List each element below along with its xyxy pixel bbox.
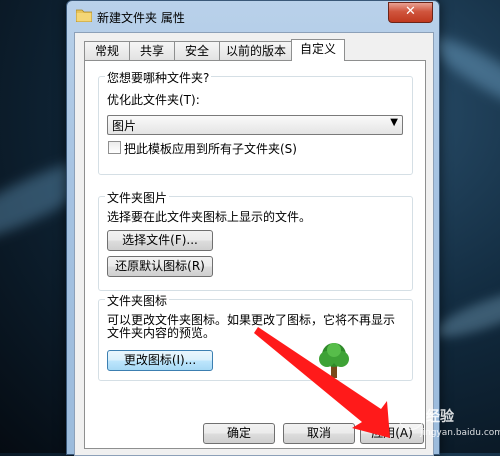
- title-bar[interactable]: 新建文件夹 属性 ✕: [67, 1, 439, 31]
- ok-button[interactable]: 确定: [203, 423, 275, 444]
- folder-icon-description-line2: 文件夹内容的预览。: [107, 326, 216, 340]
- change-icon-button[interactable]: 更改图标(I)...: [107, 350, 213, 371]
- tab-general[interactable]: 常规: [84, 41, 130, 60]
- group-folder-type: 您想要哪种文件夹? 优化此文件夹(T): 图片 ▼ 把此模板应用到所有子文件夹(…: [98, 69, 413, 175]
- paw-icon: ●: [398, 404, 424, 430]
- close-button[interactable]: ✕: [388, 2, 433, 23]
- folder-icon: [76, 9, 92, 22]
- watermark-text: 经验: [426, 409, 454, 425]
- tab-customize[interactable]: 自定义: [291, 39, 345, 61]
- tab-sharing[interactable]: 共享: [129, 41, 175, 60]
- tree-icon: [319, 343, 349, 378]
- window-title: 新建文件夹 属性: [97, 11, 185, 25]
- tab-page-customize: 您想要哪种文件夹? 优化此文件夹(T): 图片 ▼ 把此模板应用到所有子文件夹(…: [84, 60, 426, 449]
- apply-template-label[interactable]: 把此模板应用到所有子文件夹(S): [124, 140, 297, 157]
- tab-security[interactable]: 安全: [174, 41, 220, 60]
- group-folder-picture: 文件夹图片 选择要在此文件夹图标上显示的文件。 选择文件(F)... 还原默认图…: [98, 189, 413, 291]
- folder-picture-description: 选择要在此文件夹图标上显示的文件。: [107, 210, 312, 224]
- cancel-button[interactable]: 取消: [283, 423, 355, 444]
- optimize-label: 优化此文件夹(T):: [107, 93, 200, 107]
- group-folder-picture-title: 文件夹图片: [105, 189, 170, 206]
- watermark: ● 经验 jingyan.baidu.com: [398, 402, 500, 448]
- optimize-select[interactable]: 图片 ▼: [107, 115, 403, 135]
- group-folder-icon-title: 文件夹图标: [105, 292, 170, 309]
- optimize-select-value: 图片: [112, 119, 137, 133]
- dialog-client-area: 常规 共享 安全 以前的版本 自定义 您想要哪种文件夹? 优化此文件夹(T): …: [74, 32, 434, 456]
- chevron-down-icon: ▼: [390, 117, 398, 128]
- choose-file-button[interactable]: 选择文件(F)...: [107, 230, 213, 251]
- watermark-url: jingyan.baidu.com: [420, 428, 500, 438]
- group-folder-icon: 文件夹图标 可以更改文件夹图标。如果更改了图标，它将不再显示 文件夹内容的预览。…: [98, 292, 413, 381]
- properties-dialog: 新建文件夹 属性 ✕ 常规 共享 安全 以前的版本 自定义 您想要哪种文件夹? …: [66, 0, 440, 456]
- restore-default-button[interactable]: 还原默认图标(R): [107, 256, 213, 277]
- apply-template-checkbox[interactable]: [108, 141, 121, 154]
- group-folder-type-title: 您想要哪种文件夹?: [105, 69, 212, 86]
- tab-previous-versions[interactable]: 以前的版本: [219, 41, 293, 60]
